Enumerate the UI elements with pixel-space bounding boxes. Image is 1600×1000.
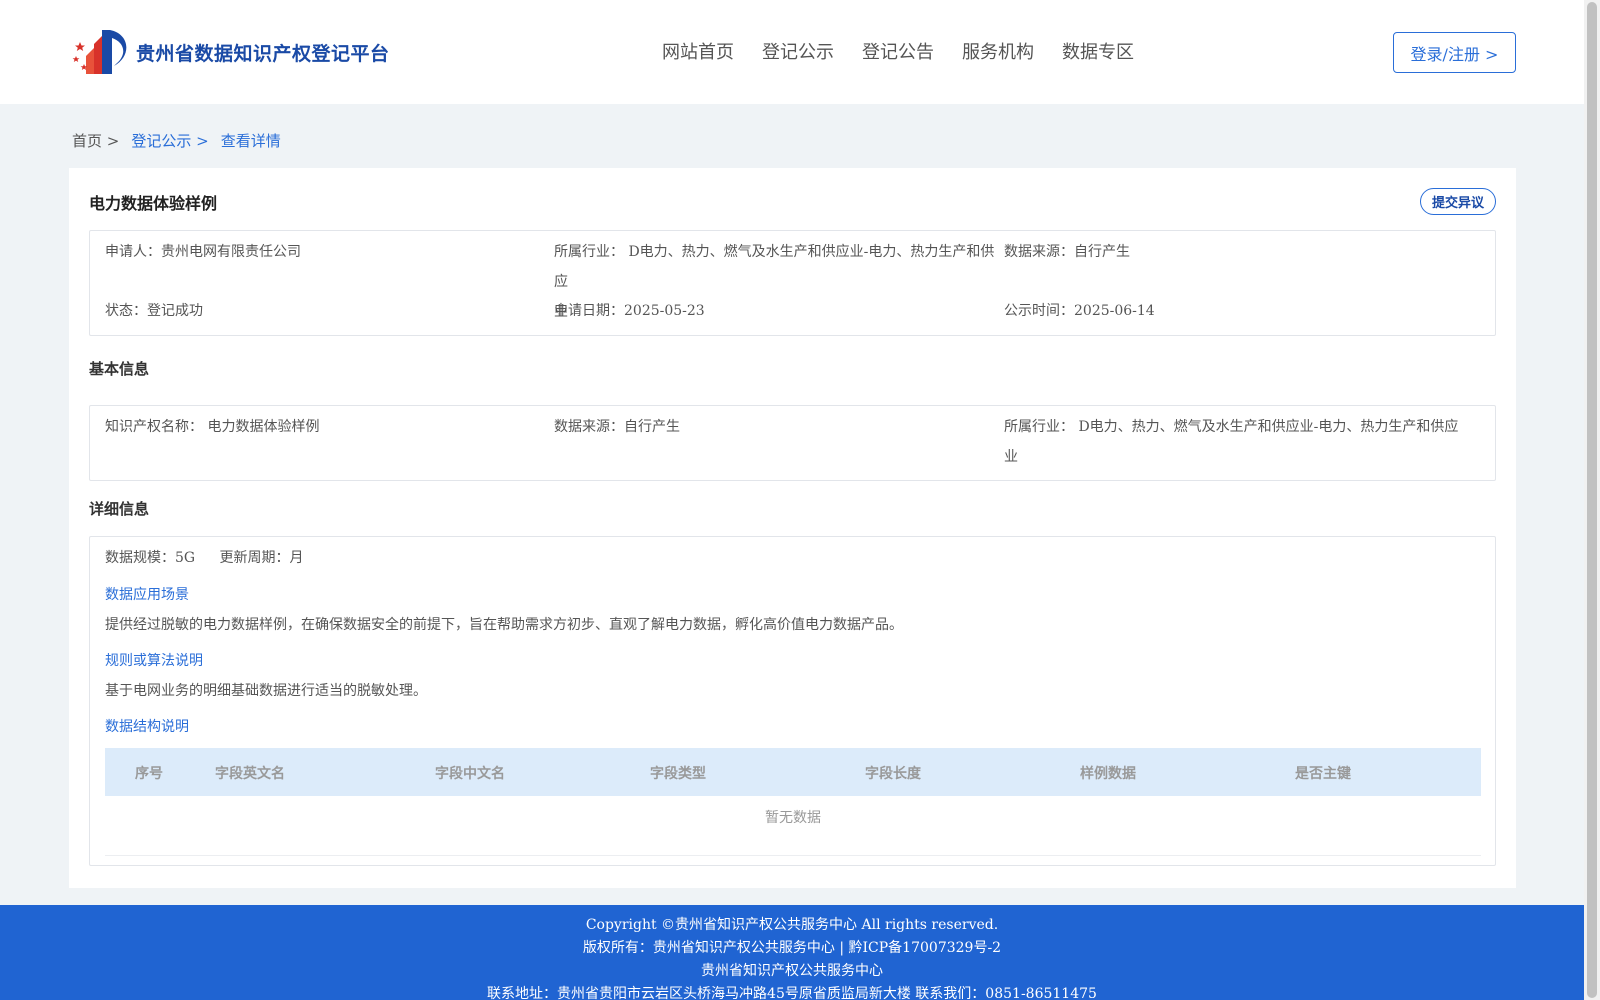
- nav-service-agencies[interactable]: 服务机构: [962, 38, 1034, 64]
- publish-date-label: 公示时间：: [1004, 303, 1074, 319]
- breadcrumb: 首页 > 登记公示 > 查看详情: [72, 130, 293, 151]
- scrollbar-thumb[interactable]: [1587, 2, 1597, 998]
- footer-address: 联系地址：贵州省贵阳市云岩区头桥海马冲路45号原省质监局新大楼 联系我们：085…: [487, 986, 1097, 1000]
- publish-date-value: 2025-06-14: [1074, 303, 1155, 319]
- ip-name-label: 知识产权名称：: [105, 419, 203, 435]
- data-scale-label: 数据规模：: [105, 550, 175, 566]
- basic-industry-field: 所属行业： D电力、热力、燃气及水生产和供应业-电力、热力生产和供应 业: [1004, 412, 1464, 472]
- table-bottom-divider: [105, 855, 1481, 856]
- applicant-label: 申请人：: [105, 244, 161, 260]
- breadcrumb-current: 查看详情: [220, 132, 281, 150]
- detail-info-title: 详细信息: [89, 500, 150, 518]
- structure-title: 数据结构说明: [105, 719, 189, 735]
- page-title: 电力数据体验样例: [89, 194, 218, 213]
- source-field: 数据来源：自行产生: [1004, 237, 1130, 267]
- logo-emblem-icon: [72, 30, 127, 74]
- nav-registration-notice[interactable]: 登记公告: [862, 38, 934, 64]
- site-header: 贵州省数据知识产权登记平台 网站首页 登记公示 登记公告 服务机构 数据专区 登…: [0, 0, 1584, 104]
- basic-info-title: 基本信息: [89, 360, 150, 378]
- ip-name-field: 知识产权名称： 电力数据体验样例: [105, 412, 319, 442]
- page-scrollbar[interactable]: [1584, 0, 1600, 1000]
- basic-source-value: 自行产生: [624, 419, 680, 435]
- basic-industry-label: 所属行业：: [1004, 419, 1074, 435]
- summary-box: 申请人：贵州电网有限责任公司 所属行业： D电力、热力、燃气及水生产和供应业-电…: [89, 230, 1496, 336]
- col-field-cn: 字段中文名: [435, 766, 505, 782]
- login-register-button[interactable]: 登录/注册 >: [1393, 32, 1516, 73]
- scenario-title: 数据应用场景: [105, 587, 189, 603]
- status-value: 登记成功: [147, 303, 203, 319]
- basic-info-box: 知识产权名称： 电力数据体验样例 数据来源：自行产生 所属行业： D电力、热力、…: [89, 405, 1496, 481]
- applicant-value: 贵州电网有限责任公司: [161, 244, 301, 260]
- main-nav: 网站首页 登记公示 登记公告 服务机构 数据专区: [662, 38, 1162, 64]
- nav-data-zone[interactable]: 数据专区: [1062, 38, 1134, 64]
- publish-date-field: 公示时间：2025-06-14: [1004, 296, 1155, 326]
- update-cycle-value: 月: [289, 550, 304, 566]
- data-scale-value: 5G: [175, 550, 196, 566]
- rule-text: 基于电网业务的明细基础数据进行适当的脱敏处理。: [105, 683, 427, 699]
- detail-info-box: 数据规模：5G 更新周期：月 数据应用场景 提供经过脱敏的电力数据样例，在确保数…: [89, 536, 1496, 866]
- basic-industry-value-line1: D电力、热力、燃气及水生产和供应业-电力、热力生产和供应: [1074, 419, 1459, 435]
- col-sample-data: 样例数据: [1080, 766, 1136, 782]
- update-cycle-label: 更新周期：: [219, 550, 290, 566]
- ip-name-value: 电力数据体验样例: [203, 419, 320, 435]
- breadcrumb-public[interactable]: 登记公示 >: [131, 130, 208, 151]
- site-name: 贵州省数据知识产权登记平台: [136, 42, 390, 65]
- col-field-length: 字段长度: [865, 766, 921, 782]
- status-label: 状态：: [105, 303, 147, 319]
- nav-registration-public[interactable]: 登记公示: [762, 38, 834, 64]
- data-scale-field: 数据规模：5G 更新周期：月: [105, 543, 304, 573]
- breadcrumb-home[interactable]: 首页 >: [72, 130, 119, 151]
- detail-card: 电力数据体验样例 提交异议 申请人：贵州电网有限责任公司 所属行业： D电力、热…: [69, 168, 1516, 888]
- applicant-field: 申请人：贵州电网有限责任公司: [105, 237, 301, 267]
- status-field: 状态：登记成功: [105, 296, 203, 326]
- col-field-type: 字段类型: [650, 766, 706, 782]
- basic-source-field: 数据来源：自行产生: [554, 412, 680, 442]
- scenario-text: 提供经过脱敏的电力数据样例，在确保数据安全的前提下，旨在帮助需求方初步、直观了解…: [105, 617, 903, 633]
- table-empty-text: 暂无数据: [765, 810, 821, 826]
- footer-owner: 版权所有：贵州省知识产权公共服务中心 | 黔ICP备17007329号-2: [582, 940, 1002, 956]
- nav-home[interactable]: 网站首页: [662, 38, 734, 64]
- apply-date-field: 申请日期：2025-05-23: [554, 296, 705, 326]
- footer-org: 贵州省知识产权公共服务中心: [701, 963, 883, 979]
- site-footer: Copyright ©贵州省知识产权公共服务中心 All rights rese…: [0, 905, 1584, 1000]
- rule-title: 规则或算法说明: [105, 653, 203, 669]
- basic-source-label: 数据来源：: [554, 419, 624, 435]
- industry-label: 所属行业：: [554, 244, 624, 260]
- site-logo[interactable]: 贵州省数据知识产权登记平台: [72, 26, 390, 78]
- col-field-en: 字段英文名: [215, 766, 285, 782]
- structure-table-header: 序号 字段英文名 字段中文名 字段类型 字段长度 样例数据 是否主键: [105, 748, 1481, 796]
- source-value: 自行产生: [1074, 244, 1130, 260]
- footer-copyright: Copyright ©贵州省知识产权公共服务中心 All rights rese…: [585, 917, 999, 933]
- source-label: 数据来源：: [1004, 244, 1074, 260]
- basic-industry-value-line2: 业: [1004, 449, 1018, 465]
- submit-objection-button[interactable]: 提交异议: [1420, 188, 1496, 215]
- apply-date-label: 申请日期：: [554, 303, 624, 319]
- apply-date-value: 2025-05-23: [624, 303, 705, 319]
- col-index: 序号: [135, 766, 163, 782]
- col-primary-key: 是否主键: [1295, 766, 1351, 782]
